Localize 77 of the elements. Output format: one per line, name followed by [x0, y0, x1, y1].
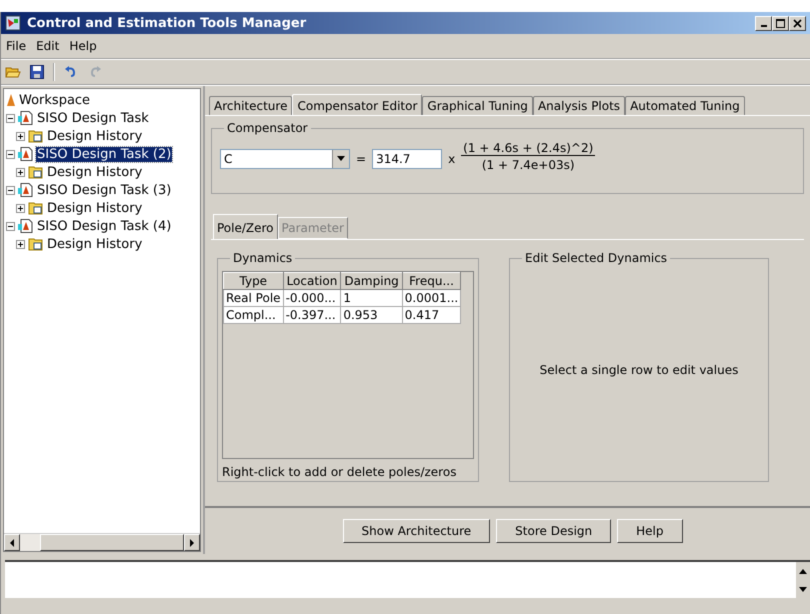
column-header[interactable]: Damping	[340, 272, 402, 290]
folder-icon	[28, 200, 44, 216]
table-cell: 0.953	[340, 306, 402, 324]
folder-icon	[28, 164, 44, 180]
menu-item[interactable]: File	[6, 39, 26, 53]
gain-field[interactable]: 314.7	[372, 148, 442, 168]
minimize-button[interactable]	[755, 16, 772, 30]
document-icon	[18, 218, 34, 234]
expander-icon[interactable]	[16, 204, 25, 212]
horizontal-scrollbar[interactable]	[4, 533, 200, 551]
caret-icon	[337, 156, 345, 161]
tab[interactable]: Automated Tuning	[625, 96, 745, 115]
table-cell: Real Pole	[224, 290, 284, 306]
document-icon	[18, 146, 34, 162]
tree-item[interactable]: SISO Design Task	[36, 110, 150, 126]
action-button[interactable]: Help	[617, 519, 682, 543]
tree-item[interactable]: Design History	[46, 128, 144, 144]
tree-item[interactable]: Design History	[46, 236, 144, 252]
table-cell: 0.0001...	[402, 290, 461, 306]
compensator-dropdown[interactable]: C	[220, 148, 350, 168]
document-icon	[18, 110, 34, 126]
expander-icon[interactable]	[16, 240, 25, 248]
table-cell: 0.417	[402, 306, 461, 324]
group-title: Edit Selected Dynamics	[522, 251, 670, 265]
window-title: Control and Estimation Tools Manager	[27, 16, 308, 30]
menu-item[interactable]: Help	[69, 39, 97, 53]
tree-item[interactable]: Design History	[46, 200, 144, 216]
tree-item[interactable]: SISO Design Task (4)	[36, 218, 172, 234]
expander-icon[interactable]	[6, 114, 15, 122]
tab[interactable]: Compensator Editor	[292, 94, 422, 115]
tab[interactable]: Analysis Plots	[532, 96, 626, 115]
expander-icon[interactable]	[16, 168, 25, 176]
expander-icon[interactable]	[6, 186, 15, 194]
left-arrow-icon	[9, 538, 15, 546]
tab[interactable]: Graphical Tuning	[422, 96, 533, 115]
tree-item[interactable]: Design History	[46, 164, 144, 180]
app-icon	[5, 15, 21, 31]
column-header[interactable]: Frequ...	[402, 272, 461, 290]
close-button[interactable]	[789, 16, 806, 30]
close-icon	[793, 18, 802, 28]
folder-icon	[28, 236, 44, 252]
equals-sign: =	[356, 152, 366, 166]
group-title: Dynamics	[230, 251, 296, 265]
down-arrow-icon	[799, 586, 807, 592]
folder-icon	[28, 128, 44, 144]
menu-item[interactable]: Edit	[36, 39, 60, 53]
save-icon[interactable]	[29, 64, 45, 80]
table-cell: 1	[340, 290, 402, 306]
denominator: (1 + 7.4e+03s)	[480, 157, 576, 172]
multiply-sign: x	[448, 152, 456, 166]
document-icon	[18, 182, 34, 198]
action-button[interactable]: Store Design	[496, 519, 612, 543]
table-cell: Compl...	[224, 306, 284, 324]
numerator: (1 + 4.6s + (2.4s)^2)	[461, 141, 596, 156]
message-text: Select a single row to edit values	[540, 363, 738, 377]
table-cell: -0.397...	[283, 306, 341, 324]
tree-item[interactable]: SISO Design Task (2)	[36, 146, 172, 162]
tree-item[interactable]: SISO Design Task (3)	[36, 182, 172, 198]
column-header[interactable]: Type	[224, 272, 284, 290]
expander-icon[interactable]	[6, 222, 15, 230]
tab[interactable]: Pole/Zero	[213, 214, 278, 239]
expander-icon[interactable]	[6, 150, 15, 158]
group-title: Compensator	[224, 121, 311, 135]
minimize-icon	[760, 25, 766, 27]
maximize-button[interactable]	[772, 16, 789, 30]
right-arrow-icon	[189, 538, 195, 546]
tab[interactable]: Architecture	[209, 96, 292, 115]
table-cell: -0.000...	[283, 290, 341, 306]
maximize-icon	[776, 18, 785, 28]
tree-item[interactable]: Workspace	[18, 92, 92, 108]
action-button[interactable]: Show Architecture	[342, 519, 490, 543]
up-arrow-icon	[799, 568, 807, 574]
vertical-scrollbar[interactable]	[796, 562, 810, 598]
expander-icon[interactable]	[16, 132, 25, 140]
workspace-icon	[6, 93, 16, 107]
column-header[interactable]: Location	[283, 272, 341, 290]
hint-text: Right-click to add or delete poles/zeros	[222, 465, 458, 479]
